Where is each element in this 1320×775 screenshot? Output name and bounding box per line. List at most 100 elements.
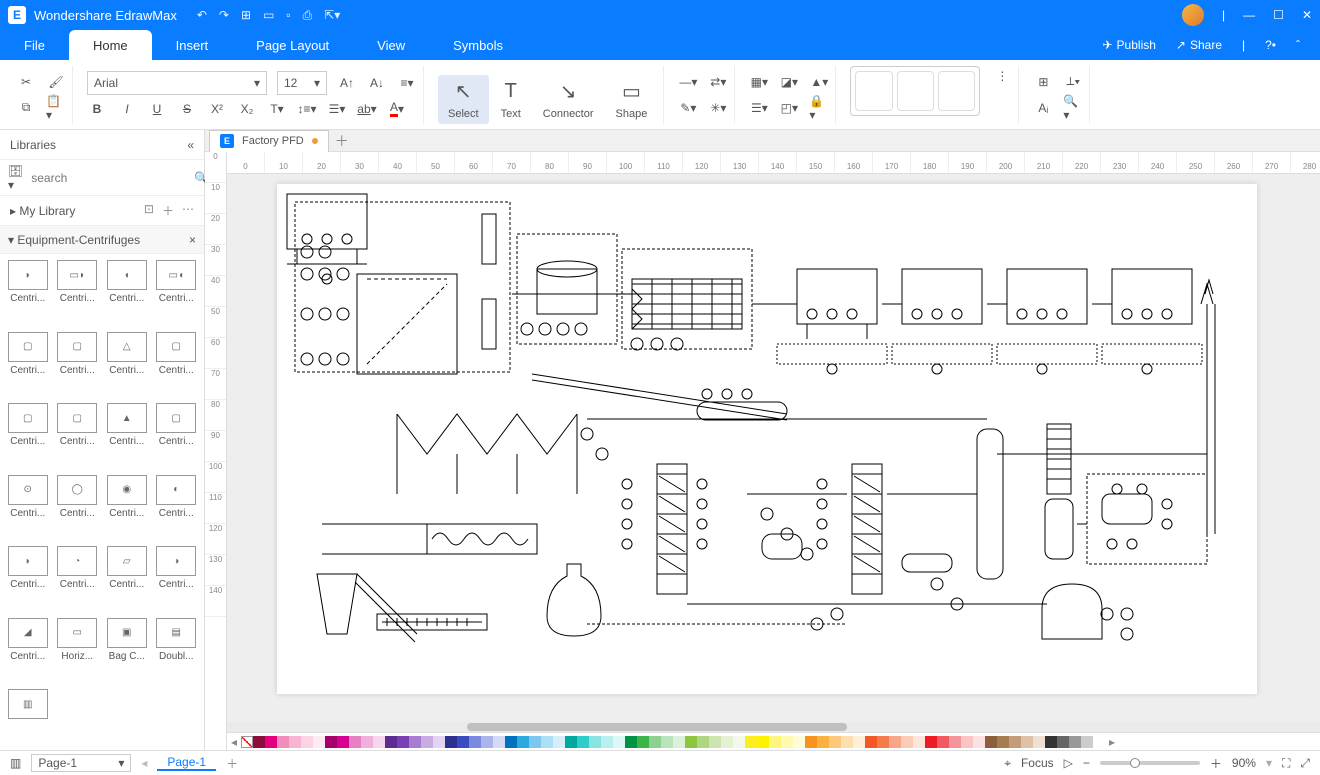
copy-icon[interactable]: ⧉ [16, 98, 36, 118]
color-swatch[interactable] [1069, 736, 1081, 748]
shape-item[interactable]: ◖Centri... [103, 260, 151, 326]
color-swatch[interactable] [1009, 736, 1021, 748]
color-swatch[interactable] [349, 736, 361, 748]
fullscreen-icon[interactable]: ⤢ [1300, 756, 1310, 771]
superscript-icon[interactable]: X² [207, 99, 227, 119]
format-painter-icon[interactable]: 🖌 [46, 72, 66, 92]
pages-toggle-icon[interactable]: ▥ [10, 756, 21, 770]
shape-item[interactable]: ▢Centri... [153, 332, 201, 398]
shape-item[interactable]: ▭◖Centri... [153, 260, 201, 326]
document-tab[interactable]: E Factory PFD [209, 130, 329, 152]
color-swatch[interactable] [841, 736, 853, 748]
color-swatch[interactable] [937, 736, 949, 748]
color-swatch[interactable] [469, 736, 481, 748]
color-swatch[interactable] [433, 736, 445, 748]
color-swatch[interactable] [421, 736, 433, 748]
color-swatch[interactable] [289, 736, 301, 748]
font-settings-icon[interactable]: Aᵢ [1033, 98, 1053, 118]
color-swatch[interactable] [385, 736, 397, 748]
color-swatch[interactable] [1021, 736, 1033, 748]
zoom-out-icon[interactable]: − [1083, 756, 1090, 770]
text-tool[interactable]: TText [491, 75, 531, 124]
color-swatch[interactable] [409, 736, 421, 748]
shape-tool[interactable]: ▭Shape [606, 75, 658, 124]
group-icon[interactable]: ⊞ [1033, 72, 1053, 92]
redo-icon[interactable]: ↷ [219, 8, 229, 23]
angle-icon[interactable]: ▲▾ [809, 72, 829, 92]
color-swatch[interactable] [733, 736, 745, 748]
shape-item[interactable]: ◢Centri... [4, 618, 52, 684]
shape-item[interactable]: ⊙Centri... [4, 475, 52, 541]
library-dropdown-icon[interactable]: 🗄▾ [8, 164, 23, 192]
color-swatch[interactable] [397, 736, 409, 748]
shape-item[interactable]: ◯Centri... [54, 475, 102, 541]
color-swatch[interactable] [301, 736, 313, 748]
menu-insert[interactable]: Insert [152, 30, 233, 60]
shape-item[interactable]: ▢Centri... [54, 332, 102, 398]
font-increase-icon[interactable]: A↑ [337, 73, 357, 93]
help-icon[interactable]: ?• [1265, 38, 1276, 52]
focus-target-icon[interactable]: ⌖ [1004, 756, 1011, 771]
color-swatch[interactable] [829, 736, 841, 748]
color-swatch[interactable] [985, 736, 997, 748]
menu-file[interactable]: File [0, 30, 69, 60]
shape-item[interactable]: ▢Centri... [54, 403, 102, 469]
menu-symbols[interactable]: Symbols [429, 30, 527, 60]
prev-page-icon[interactable]: ◂ [141, 756, 147, 770]
strike-icon[interactable]: S [177, 99, 197, 119]
color-swatch[interactable] [757, 736, 769, 748]
shadow-icon[interactable]: ◪▾ [779, 72, 799, 92]
font-size-selector[interactable]: 12▾ [277, 71, 327, 95]
shape-item[interactable]: ◑Centri... [153, 546, 201, 612]
my-library-row[interactable]: ▸ My Library ⊡ ＋ ⋯ [0, 196, 204, 226]
shape-item[interactable]: ▥ [4, 689, 52, 744]
color-swatch[interactable] [601, 736, 613, 748]
color-swatch[interactable] [913, 736, 925, 748]
color-swatch[interactable] [925, 736, 937, 748]
shape-item[interactable]: ◉Centri... [103, 475, 151, 541]
shape-item[interactable]: ▤Doubl... [153, 618, 201, 684]
shape-item[interactable]: ▲Centri... [103, 403, 151, 469]
color-swatch[interactable] [313, 736, 325, 748]
open-icon[interactable]: ▭ [263, 8, 274, 23]
color-swatch[interactable] [361, 736, 373, 748]
pen-icon[interactable]: ✎▾ [678, 98, 698, 118]
color-swatch[interactable] [1081, 736, 1093, 748]
shape-item[interactable]: ▢Centri... [4, 332, 52, 398]
color-swatch[interactable] [1033, 736, 1045, 748]
color-swatch[interactable] [565, 736, 577, 748]
horizontal-scrollbar[interactable] [227, 722, 1320, 732]
line-style-icon[interactable]: —▾ [678, 72, 698, 92]
color-swatch[interactable] [649, 736, 661, 748]
line-spacing-icon[interactable]: ↕≡▾ [297, 99, 317, 119]
color-swatch[interactable] [901, 736, 913, 748]
close-section-icon[interactable]: × [189, 233, 196, 247]
color-swatch[interactable] [817, 736, 829, 748]
color-swatch[interactable] [1093, 736, 1105, 748]
undo-icon[interactable]: ↶ [197, 8, 207, 23]
add-tab-icon[interactable]: ＋ [335, 131, 349, 151]
color-swatch[interactable] [277, 736, 289, 748]
color-swatch[interactable] [865, 736, 877, 748]
arrow-style-icon[interactable]: ⇄▾ [708, 72, 728, 92]
shape-item[interactable]: ▢Centri... [153, 403, 201, 469]
lib-more-icon[interactable]: ⋯ [182, 202, 194, 219]
color-swatch[interactable] [709, 736, 721, 748]
connector-style-icon[interactable]: ✳▾ [708, 98, 728, 118]
color-swatch[interactable] [661, 736, 673, 748]
highlight-icon[interactable]: ab▾ [357, 99, 377, 119]
font-decrease-icon[interactable]: A↓ [367, 73, 387, 93]
color-swatch[interactable] [373, 736, 385, 748]
color-swatch[interactable] [493, 736, 505, 748]
shape-item[interactable]: ▭Horiz... [54, 618, 102, 684]
align-icon[interactable]: ≡▾ [397, 73, 417, 93]
color-swatch[interactable] [337, 736, 349, 748]
shape-item[interactable]: ▣Bag C... [103, 618, 151, 684]
swatch-more-icon[interactable]: ⋮ [992, 66, 1012, 86]
find-icon[interactable]: 🔍▾ [1063, 98, 1083, 118]
shape-item[interactable]: ▭◗Centri... [54, 260, 102, 326]
bold-icon[interactable]: B [87, 99, 107, 119]
paste-icon[interactable]: 📋▾ [46, 98, 66, 118]
save-icon[interactable]: ▫ [286, 8, 290, 23]
color-swatch[interactable] [1057, 736, 1069, 748]
